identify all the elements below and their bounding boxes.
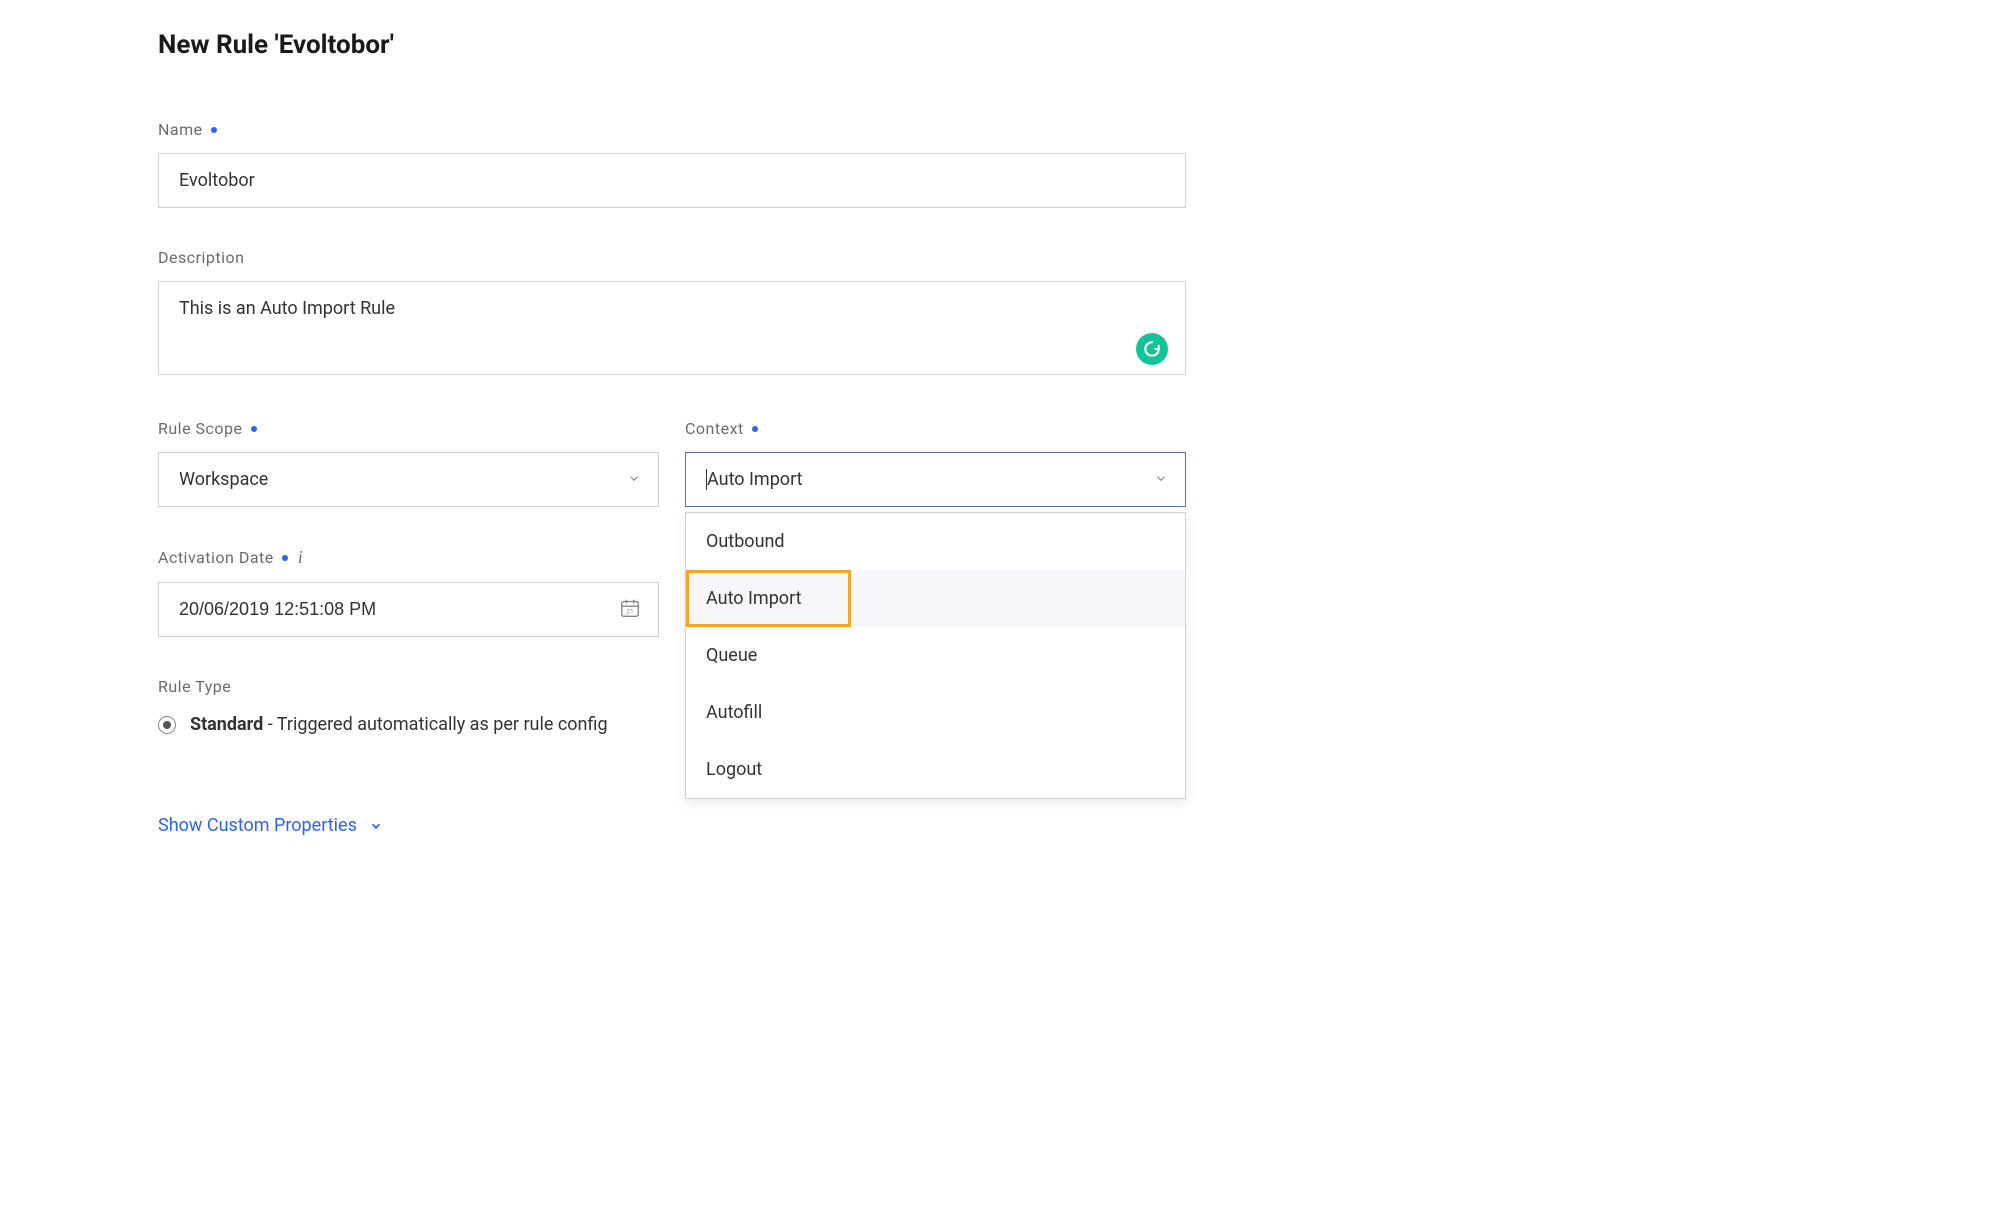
required-dot-icon — [752, 426, 758, 432]
context-select[interactable]: Auto Import — [685, 452, 1186, 507]
rule-scope-value: Workspace — [179, 469, 268, 490]
context-value: Auto Import — [706, 469, 803, 490]
rule-scope-field-group: Rule Scope Workspace — [158, 419, 659, 507]
description-label-text: Description — [158, 248, 245, 267]
name-field-group: Name — [158, 120, 1186, 208]
name-label-text: Name — [158, 120, 203, 139]
activation-date-input[interactable] — [158, 582, 659, 637]
context-dropdown-menu: Outbound Auto Import Queue Autofill Logo… — [685, 512, 1186, 799]
context-label: Context — [685, 419, 1186, 438]
description-field-group: Description This is an Auto Import Rule — [158, 248, 1186, 379]
chevron-down-icon — [369, 819, 383, 833]
show-custom-properties-link[interactable]: Show Custom Properties — [158, 815, 383, 836]
rule-scope-label: Rule Scope — [158, 419, 659, 438]
activation-date-label-text: Activation Date — [158, 548, 274, 567]
rule-scope-select[interactable]: Workspace — [158, 452, 659, 507]
context-option-auto-import-label: Auto Import — [706, 588, 802, 609]
context-option-logout[interactable]: Logout — [686, 741, 1185, 798]
context-option-outbound[interactable]: Outbound — [686, 513, 1185, 570]
required-dot-icon — [251, 426, 257, 432]
info-icon[interactable]: i — [298, 547, 304, 568]
context-option-autofill[interactable]: Autofill — [686, 684, 1185, 741]
rule-type-label-text: Rule Type — [158, 677, 231, 696]
description-input[interactable]: This is an Auto Import Rule — [158, 281, 1186, 375]
rule-type-radio-standard[interactable] — [158, 716, 176, 734]
name-input[interactable] — [158, 153, 1186, 208]
context-field-group: Context Auto Import Outbound Auto Import… — [685, 419, 1186, 507]
rule-scope-label-text: Rule Scope — [158, 419, 243, 438]
required-dot-icon — [211, 127, 217, 133]
rule-type-rest: - Triggered automatically as per rule co… — [263, 714, 607, 735]
required-dot-icon — [282, 555, 288, 561]
name-label: Name — [158, 120, 1186, 139]
grammarly-icon[interactable] — [1136, 333, 1168, 365]
context-label-text: Context — [685, 419, 744, 438]
show-custom-properties-label: Show Custom Properties — [158, 815, 357, 836]
rule-type-description: Standard - Triggered automatically as pe… — [190, 714, 608, 735]
context-option-queue[interactable]: Queue — [686, 627, 1185, 684]
page-title: New Rule 'Evoltobor' — [158, 30, 1186, 60]
description-label: Description — [158, 248, 1186, 267]
context-option-auto-import[interactable]: Auto Import — [686, 570, 1185, 627]
rule-type-bold: Standard — [190, 714, 263, 735]
